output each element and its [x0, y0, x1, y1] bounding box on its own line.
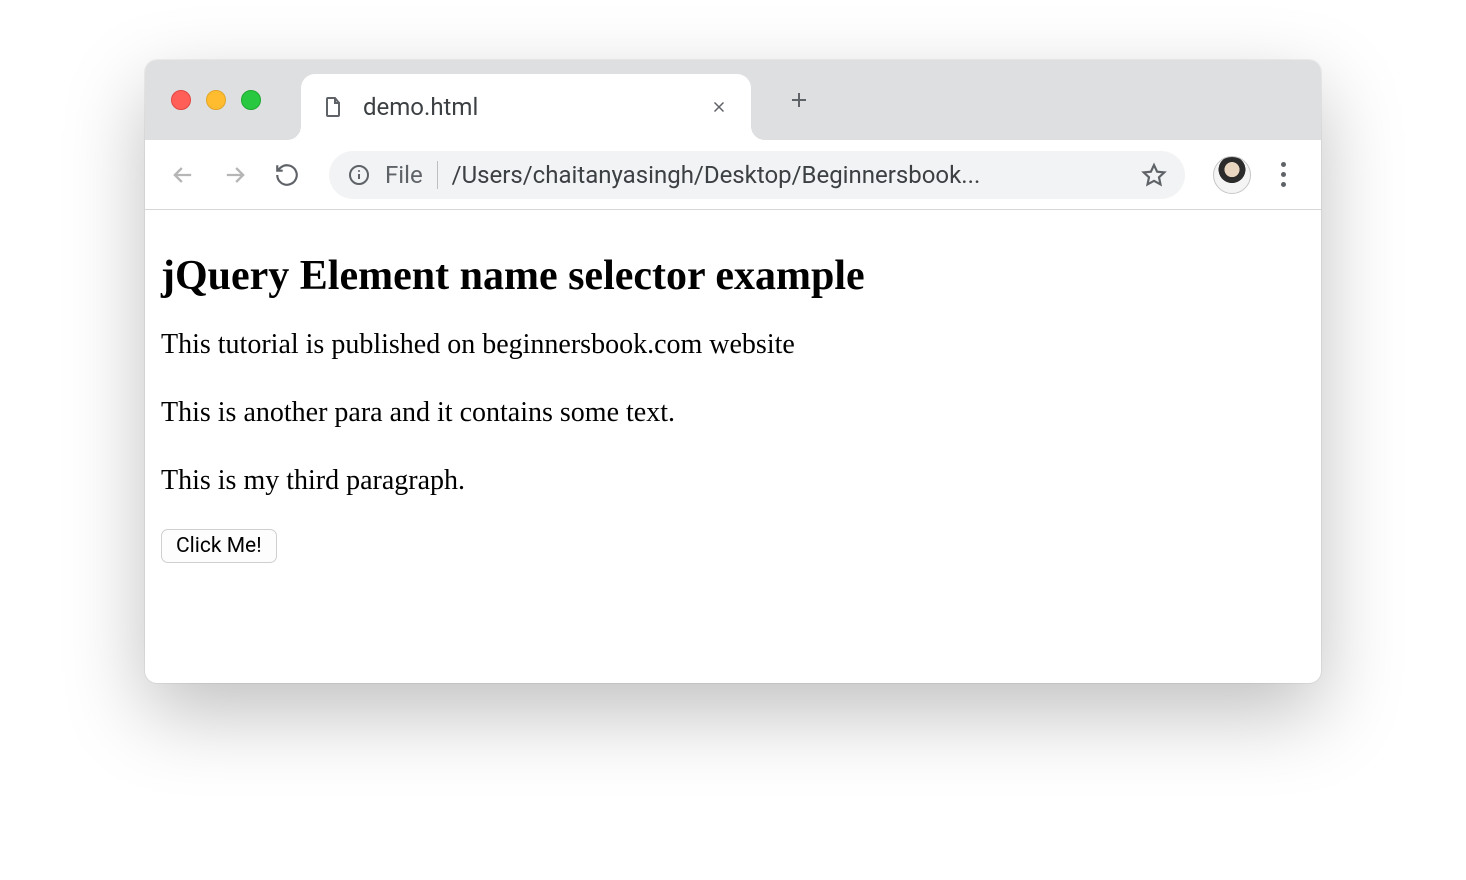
file-icon: [321, 95, 345, 119]
url-scheme-label: File: [385, 161, 423, 189]
address-separator: [437, 161, 438, 189]
browser-toolbar: File /Users/chaitanyasingh/Desktop/Begin…: [145, 140, 1321, 210]
page-heading: jQuery Element name selector example: [161, 252, 1305, 300]
paragraph-2: This is another para and it contains som…: [161, 394, 1305, 432]
browser-window: demo.html: [145, 60, 1321, 683]
browser-tab[interactable]: demo.html: [301, 74, 751, 140]
paragraph-3: This is my third paragraph.: [161, 462, 1305, 500]
browser-menu-button[interactable]: [1263, 155, 1303, 195]
window-close-button[interactable]: [171, 90, 191, 110]
window-controls: [171, 90, 261, 110]
back-button[interactable]: [163, 155, 203, 195]
window-minimize-button[interactable]: [206, 90, 226, 110]
address-bar[interactable]: File /Users/chaitanyasingh/Desktop/Begin…: [329, 151, 1185, 199]
bookmark-star-icon[interactable]: [1141, 162, 1167, 188]
url-text: /Users/chaitanyasingh/Desktop/Beginnersb…: [452, 161, 1127, 189]
paragraph-1: This tutorial is published on beginnersb…: [161, 326, 1305, 364]
window-maximize-button[interactable]: [241, 90, 261, 110]
tab-strip: demo.html: [145, 60, 1321, 140]
profile-avatar[interactable]: [1213, 156, 1251, 194]
close-tab-button[interactable]: [707, 95, 731, 119]
tab-title: demo.html: [363, 93, 707, 121]
site-info-icon[interactable]: [347, 163, 371, 187]
new-tab-button[interactable]: [779, 80, 819, 120]
page-content: jQuery Element name selector example Thi…: [145, 210, 1321, 683]
click-me-button[interactable]: Click Me!: [161, 529, 277, 563]
reload-button[interactable]: [267, 155, 307, 195]
forward-button[interactable]: [215, 155, 255, 195]
